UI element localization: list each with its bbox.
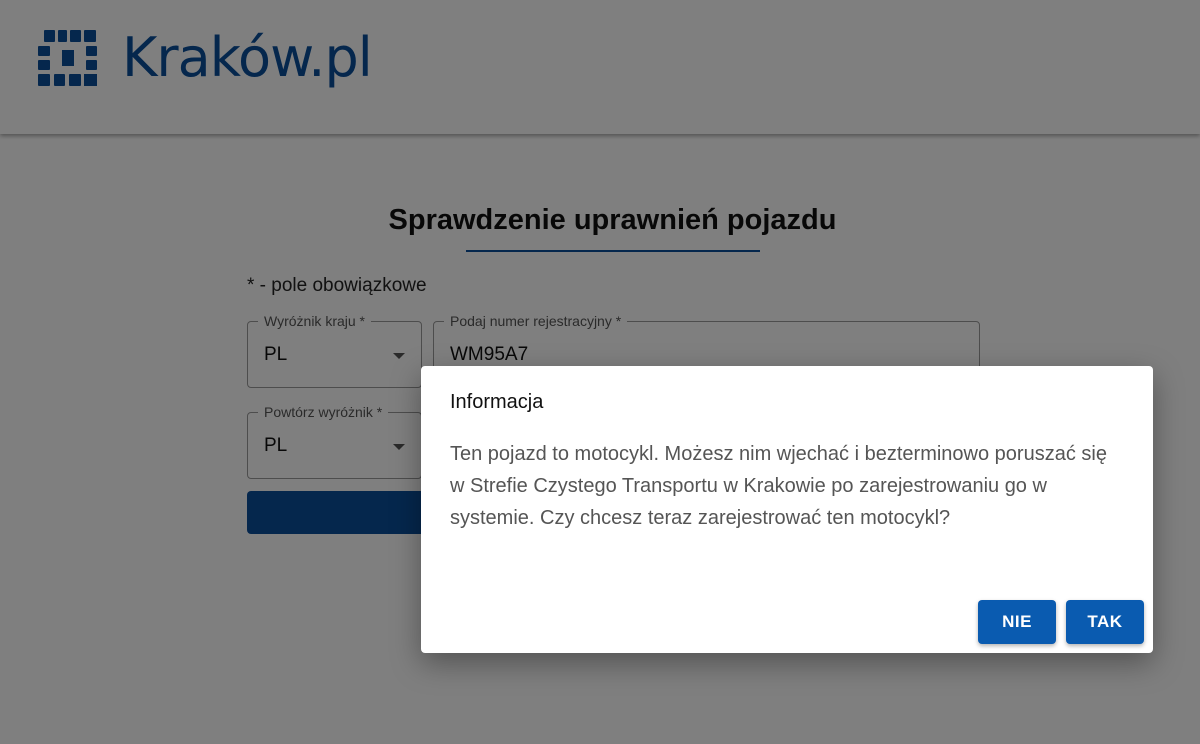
dialog-message: Ten pojazd to motocykl. Możesz nim wjech… — [450, 443, 1107, 529]
no-button[interactable]: NIE — [978, 600, 1056, 644]
info-dialog: Informacja Ten pojazd to motocykl. Możes… — [421, 366, 1153, 653]
yes-button[interactable]: TAK — [1066, 600, 1144, 644]
dialog-title: Informacja — [450, 391, 544, 413]
